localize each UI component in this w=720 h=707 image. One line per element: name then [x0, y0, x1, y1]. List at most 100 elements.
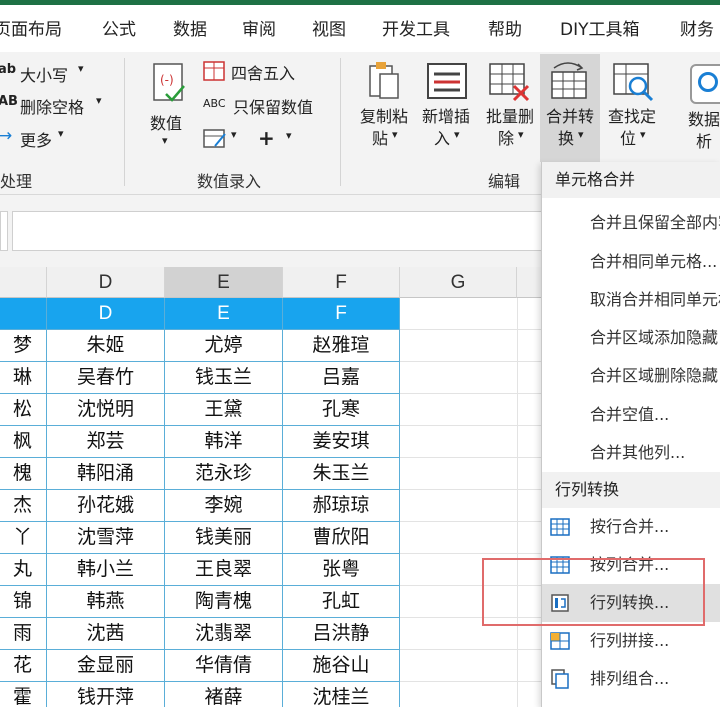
table-cell[interactable]: 尤婷 [165, 330, 283, 362]
menu-item-permutation[interactable]: 排列组合... [542, 660, 720, 698]
table-cell[interactable]: 王良翠 [165, 554, 283, 586]
table-cell[interactable]: 丸 [0, 554, 47, 586]
table-cell[interactable]: 范永珍 [165, 458, 283, 490]
table-cell[interactable]: 吴春竹 [47, 362, 165, 394]
table-cell[interactable]: 韩阳涌 [47, 458, 165, 490]
copy-paste-button[interactable]: 复制粘 贴 ▾ [352, 56, 414, 160]
table-cell[interactable]: 花 [0, 650, 47, 682]
table-cell[interactable]: 吕嘉 [283, 362, 400, 394]
menu-item-merge-other-columns[interactable]: 合并其他列... [542, 434, 720, 472]
table-cell[interactable]: 张粤 [283, 554, 400, 586]
table-cell[interactable]: 郑芸 [47, 426, 165, 458]
keep-values-label: 只保留数值 [233, 98, 314, 117]
table-cell[interactable]: 沈翡翠 [165, 618, 283, 650]
table-cell[interactable]: 雨 [0, 618, 47, 650]
menu-section-cell-merge: 单元格合并 [542, 162, 720, 198]
tab-formulas[interactable]: 公式 [102, 15, 136, 40]
table-cell[interactable]: 钱玉兰 [165, 362, 283, 394]
table-header-cell[interactable]: E [165, 298, 283, 330]
edit-table-icon [203, 129, 226, 148]
tab-developer[interactable]: 开发工具 [382, 15, 450, 40]
table-cell[interactable]: 梦 [0, 330, 47, 362]
table-cell[interactable]: 杰 [0, 490, 47, 522]
tab-data[interactable]: 数据 [173, 15, 207, 40]
menu-item-merge-same-cells[interactable]: 合并相同单元格... [542, 243, 720, 281]
copy-paste-label-1: 复制粘 [359, 107, 408, 126]
svg-text:(-): (-) [160, 73, 174, 87]
table-cell[interactable]: 沈悦明 [47, 394, 165, 426]
analysis-icon [690, 64, 720, 104]
table-cell[interactable]: 赵雅瑄 [283, 330, 400, 362]
table-cell[interactable]: 琳 [0, 362, 47, 394]
table-cell[interactable]: 施谷山 [283, 650, 400, 682]
table-cell[interactable]: 朱玉兰 [283, 458, 400, 490]
table-cell[interactable]: 李婉 [165, 490, 283, 522]
table-cell[interactable]: 孔寒 [283, 394, 400, 426]
highlight-box [482, 558, 705, 626]
table-cell[interactable]: 槐 [0, 458, 47, 490]
menu-item-merge-empty[interactable]: 合并空值... [542, 396, 720, 434]
table-cell[interactable]: 朱姬 [47, 330, 165, 362]
table-cell[interactable]: 孔虹 [283, 586, 400, 618]
table-cell[interactable]: 陶青槐 [165, 586, 283, 618]
table-cell[interactable]: 郝琼琼 [283, 490, 400, 522]
table-cell[interactable]: 锦 [0, 586, 47, 618]
tab-help[interactable]: 帮助 [488, 15, 522, 40]
menu-item-merge-delete-hidden[interactable]: 合并区域删除隐藏 [542, 357, 720, 395]
insert-button[interactable]: 新增插 入 ▾ [416, 56, 478, 160]
table-cell[interactable]: 吕洪静 [283, 618, 400, 650]
menu-item-row-col-concat[interactable]: 行列拼接... [542, 622, 720, 660]
table-cell[interactable]: 王黛 [165, 394, 283, 426]
find-locate-label-1: 查找定 [607, 107, 656, 126]
chevron-down-icon: ▾ [231, 128, 237, 141]
menu-item-merge-add-hidden[interactable]: 合并区域添加隐藏 [542, 319, 720, 357]
table-cell[interactable]: 韩小兰 [47, 554, 165, 586]
formula-input[interactable] [12, 211, 544, 251]
merge-convert-button[interactable]: 合并转 换 ▾ [540, 54, 600, 162]
table-cell[interactable]: 沈桂兰 [283, 682, 400, 707]
column-header-d[interactable]: D [47, 267, 165, 298]
chevron-down-icon: ▾ [578, 128, 584, 141]
table-header-cell[interactable]: F [283, 298, 400, 330]
column-header-g[interactable]: G [400, 267, 517, 298]
menu-item-merge-by-row[interactable]: 按行合并... [542, 508, 720, 546]
table-cell[interactable]: 松 [0, 394, 47, 426]
numeric-button[interactable]: (-) 数值 ▾ [140, 60, 196, 160]
find-locate-button[interactable]: 查找定 位 ▾ [602, 56, 664, 160]
name-box[interactable] [0, 211, 8, 251]
table-cell[interactable]: 孙花娥 [47, 490, 165, 522]
table-cell[interactable]: 韩洋 [165, 426, 283, 458]
table-cell[interactable]: 霍 [0, 682, 47, 707]
menu-item-unmerge-same-cells[interactable]: 取消合并相同单元格 [542, 281, 720, 319]
chevron-down-icon: ▾ [640, 128, 646, 141]
tab-review[interactable]: 审阅 [242, 15, 276, 40]
data-analysis-label-2: 析 [696, 132, 713, 151]
table-header-cell[interactable]: D [47, 298, 165, 330]
table-cell[interactable]: 钱美丽 [165, 522, 283, 554]
table-cell[interactable]: 枫 [0, 426, 47, 458]
table-cell[interactable]: 沈茜 [47, 618, 165, 650]
table-cell[interactable]: 华倩倩 [165, 650, 283, 682]
tab-view[interactable]: 视图 [312, 15, 346, 40]
table-cell[interactable]: 金显丽 [47, 650, 165, 682]
table-cell[interactable]: 丫 [0, 522, 47, 554]
table-cell[interactable]: 褚薛 [165, 682, 283, 707]
table-cell[interactable]: 姜安琪 [283, 426, 400, 458]
data-analysis-label-1: 数据 [688, 110, 720, 129]
tab-page-layout[interactable]: 页面布局 [0, 15, 62, 40]
column-header-f[interactable]: F [283, 267, 400, 298]
chevron-down-icon: ▾ [162, 134, 168, 147]
table-header-cell[interactable] [0, 298, 47, 330]
table-cell[interactable]: 沈雪萍 [47, 522, 165, 554]
table-cell[interactable]: 韩燕 [47, 586, 165, 618]
table-cell[interactable]: 曹欣阳 [283, 522, 400, 554]
column-header-c[interactable] [0, 267, 47, 298]
table-cell[interactable]: 钱开萍 [47, 682, 165, 707]
menu-item-merge-keep-all[interactable]: 合并且保留全部内容 [542, 204, 720, 242]
column-header-e[interactable]: E [165, 267, 283, 298]
tab-diy-toolbox[interactable]: DIY工具箱 [560, 15, 640, 40]
batch-delete-button[interactable]: 批量删 除 ▾ [478, 56, 540, 160]
tab-finance[interactable]: 财务 [680, 15, 714, 40]
data-analysis-button[interactable]: 数据 析 [676, 56, 720, 160]
permutation-icon [551, 669, 569, 689]
